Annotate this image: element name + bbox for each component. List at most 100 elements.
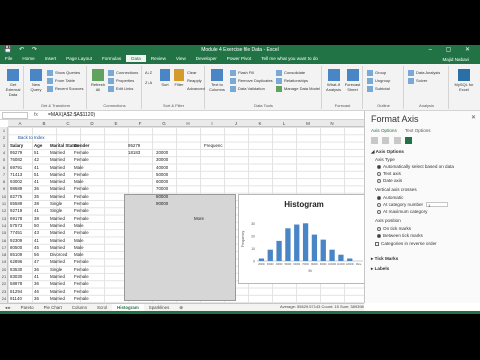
histogram-bar[interactable] <box>338 254 344 261</box>
data-cell[interactable]: 85109 <box>10 252 22 257</box>
data-cell[interactable]: Single <box>50 201 62 206</box>
data-cell[interactable]: 47 <box>34 259 39 264</box>
histogram-bar[interactable] <box>347 258 353 261</box>
row-header[interactable]: 21 <box>0 274 8 279</box>
data-cell[interactable]: Male <box>74 165 84 170</box>
column-label[interactable]: Gender <box>74 143 89 148</box>
data-cell[interactable]: Male <box>74 245 84 250</box>
data-cell[interactable]: 38 <box>34 216 39 221</box>
labels-section[interactable]: ▸ Labels <box>371 266 389 272</box>
data-cell[interactable]: Married <box>50 289 65 294</box>
data-cell[interactable]: Female <box>74 216 89 221</box>
row-header[interactable]: 12 <box>0 208 8 213</box>
data-cell[interactable]: 50 <box>34 223 39 228</box>
tab-file[interactable]: File <box>0 55 17 62</box>
bin-cell[interactable]: 60000 <box>156 179 168 184</box>
position-on-tick-radio[interactable]: On tick marks <box>377 226 411 231</box>
formula-input[interactable]: =MAX(A$2:$A$1120) <box>48 112 95 118</box>
row-header[interactable]: 1 <box>0 128 8 133</box>
mysql-button[interactable]: MySQL for Excel <box>453 69 475 92</box>
row-header[interactable]: 22 <box>0 281 8 286</box>
data-cell[interactable]: Male <box>74 223 84 228</box>
sheet-tab-pareto[interactable]: Pareto <box>16 304 39 311</box>
back-to-index-link[interactable]: Back to Index <box>18 135 45 140</box>
data-cell[interactable]: 36 <box>34 281 39 286</box>
data-cell[interactable]: 82775 <box>10 194 22 199</box>
filter-button[interactable]: Filter <box>173 69 185 87</box>
tab-insert[interactable]: Insert <box>40 55 62 62</box>
data-cell[interactable]: Married <box>50 172 65 177</box>
data-cell[interactable]: Single <box>50 208 62 213</box>
row-header[interactable]: 6 <box>0 165 8 170</box>
data-cell[interactable]: Married <box>50 230 65 235</box>
row-header[interactable]: 23 <box>0 289 8 294</box>
data-cell[interactable]: 69791 <box>10 165 22 170</box>
x-tick-label[interactable]: 90000 <box>320 263 327 266</box>
histogram-bar[interactable] <box>320 239 326 261</box>
row-header[interactable]: 19 <box>0 259 8 264</box>
name-box[interactable] <box>2 112 28 119</box>
data-cell[interactable]: 51 <box>34 150 39 155</box>
data-cell[interactable]: Single <box>50 267 62 272</box>
column-header[interactable]: D <box>80 121 104 126</box>
x-tick-label[interactable]: 30000 <box>267 263 274 266</box>
data-cell[interactable]: Married <box>50 296 65 301</box>
cross-category-radio[interactable]: At category number 1 <box>377 202 449 208</box>
tab-data[interactable]: Data <box>126 55 146 62</box>
data-cell[interactable]: 76082 <box>10 157 22 162</box>
tab-view[interactable]: View <box>171 55 191 62</box>
data-cell[interactable]: Female <box>74 201 89 206</box>
row-header[interactable]: 10 <box>0 194 8 199</box>
tab-text-options[interactable]: Text Options <box>405 128 431 133</box>
x-tick-label[interactable]: 60000 <box>293 263 300 266</box>
manage-data-model-button[interactable]: Manage Data Model <box>276 86 320 92</box>
data-cell[interactable]: Female <box>74 157 89 162</box>
data-cell[interactable]: Married <box>50 186 65 191</box>
data-cell[interactable]: Female <box>74 208 89 213</box>
column-header[interactable]: H <box>176 121 200 126</box>
max-value-cell[interactable]: 95279 <box>128 143 140 148</box>
row-header[interactable]: 24 <box>0 296 8 301</box>
bin-cell[interactable]: 40000 <box>156 165 168 170</box>
axis-type-auto-radio[interactable]: Automatically select based on data <box>377 164 454 169</box>
data-cell[interactable]: Female <box>74 230 89 235</box>
frequency-header-cell[interactable]: Frequenc <box>204 143 223 148</box>
data-cell[interactable]: 41 <box>34 274 39 279</box>
show-queries-button[interactable]: Show Queries <box>47 70 80 76</box>
bin-cell[interactable]: 70000 <box>156 186 168 191</box>
data-cell[interactable]: Male <box>74 179 84 184</box>
forecast-sheet-button[interactable]: Forecast Sheet <box>344 69 361 92</box>
data-cell[interactable]: 71413 <box>10 172 22 177</box>
data-cell[interactable]: 92309 <box>10 238 22 243</box>
data-cell[interactable]: Married <box>50 281 65 286</box>
column-header[interactable]: M <box>296 121 320 126</box>
bin-cell[interactable]: 20000 <box>156 150 168 155</box>
what-if-button[interactable]: What-If Analysis <box>325 69 342 92</box>
data-analysis-button[interactable]: Data Analysis <box>408 70 440 76</box>
row-header[interactable]: 11 <box>0 201 8 206</box>
data-cell[interactable]: Female <box>74 296 89 301</box>
axis-type-text-radio[interactable]: Text axis <box>377 171 401 176</box>
selected-range[interactable] <box>124 194 236 301</box>
reverse-order-checkbox[interactable]: Categories in reverse order <box>375 241 437 246</box>
data-validation-button[interactable]: Data Validation <box>230 86 265 92</box>
x-tick-label[interactable]: 40000 <box>276 263 283 266</box>
x-tick-label[interactable]: 70000 <box>302 263 309 266</box>
row-header[interactable]: 9 <box>0 186 8 191</box>
data-cell[interactable]: 92719 <box>10 208 22 213</box>
data-cell[interactable]: Married <box>50 245 65 250</box>
column-label[interactable]: Salary <box>10 143 23 148</box>
group-button[interactable]: Group <box>367 70 386 76</box>
consolidate-button[interactable]: Consolidate <box>276 70 305 76</box>
clear-filter-button[interactable]: Clear <box>187 70 197 75</box>
data-cell[interactable]: 41 <box>34 179 39 184</box>
tab-tell-me-what-you-want-to-do[interactable]: Tell me what you want to do <box>256 55 323 62</box>
data-cell[interactable]: Married <box>50 259 65 264</box>
cross-value-input[interactable]: 1 <box>426 202 449 208</box>
function-icon[interactable]: fx <box>34 112 38 118</box>
cross-auto-radio[interactable]: Automatic <box>377 195 403 200</box>
bar-chart-icon[interactable] <box>404 137 412 144</box>
tab-formulas[interactable]: Formulas <box>97 55 126 62</box>
row-header[interactable]: 8 <box>0 179 8 184</box>
data-cell[interactable]: Female <box>74 259 89 264</box>
